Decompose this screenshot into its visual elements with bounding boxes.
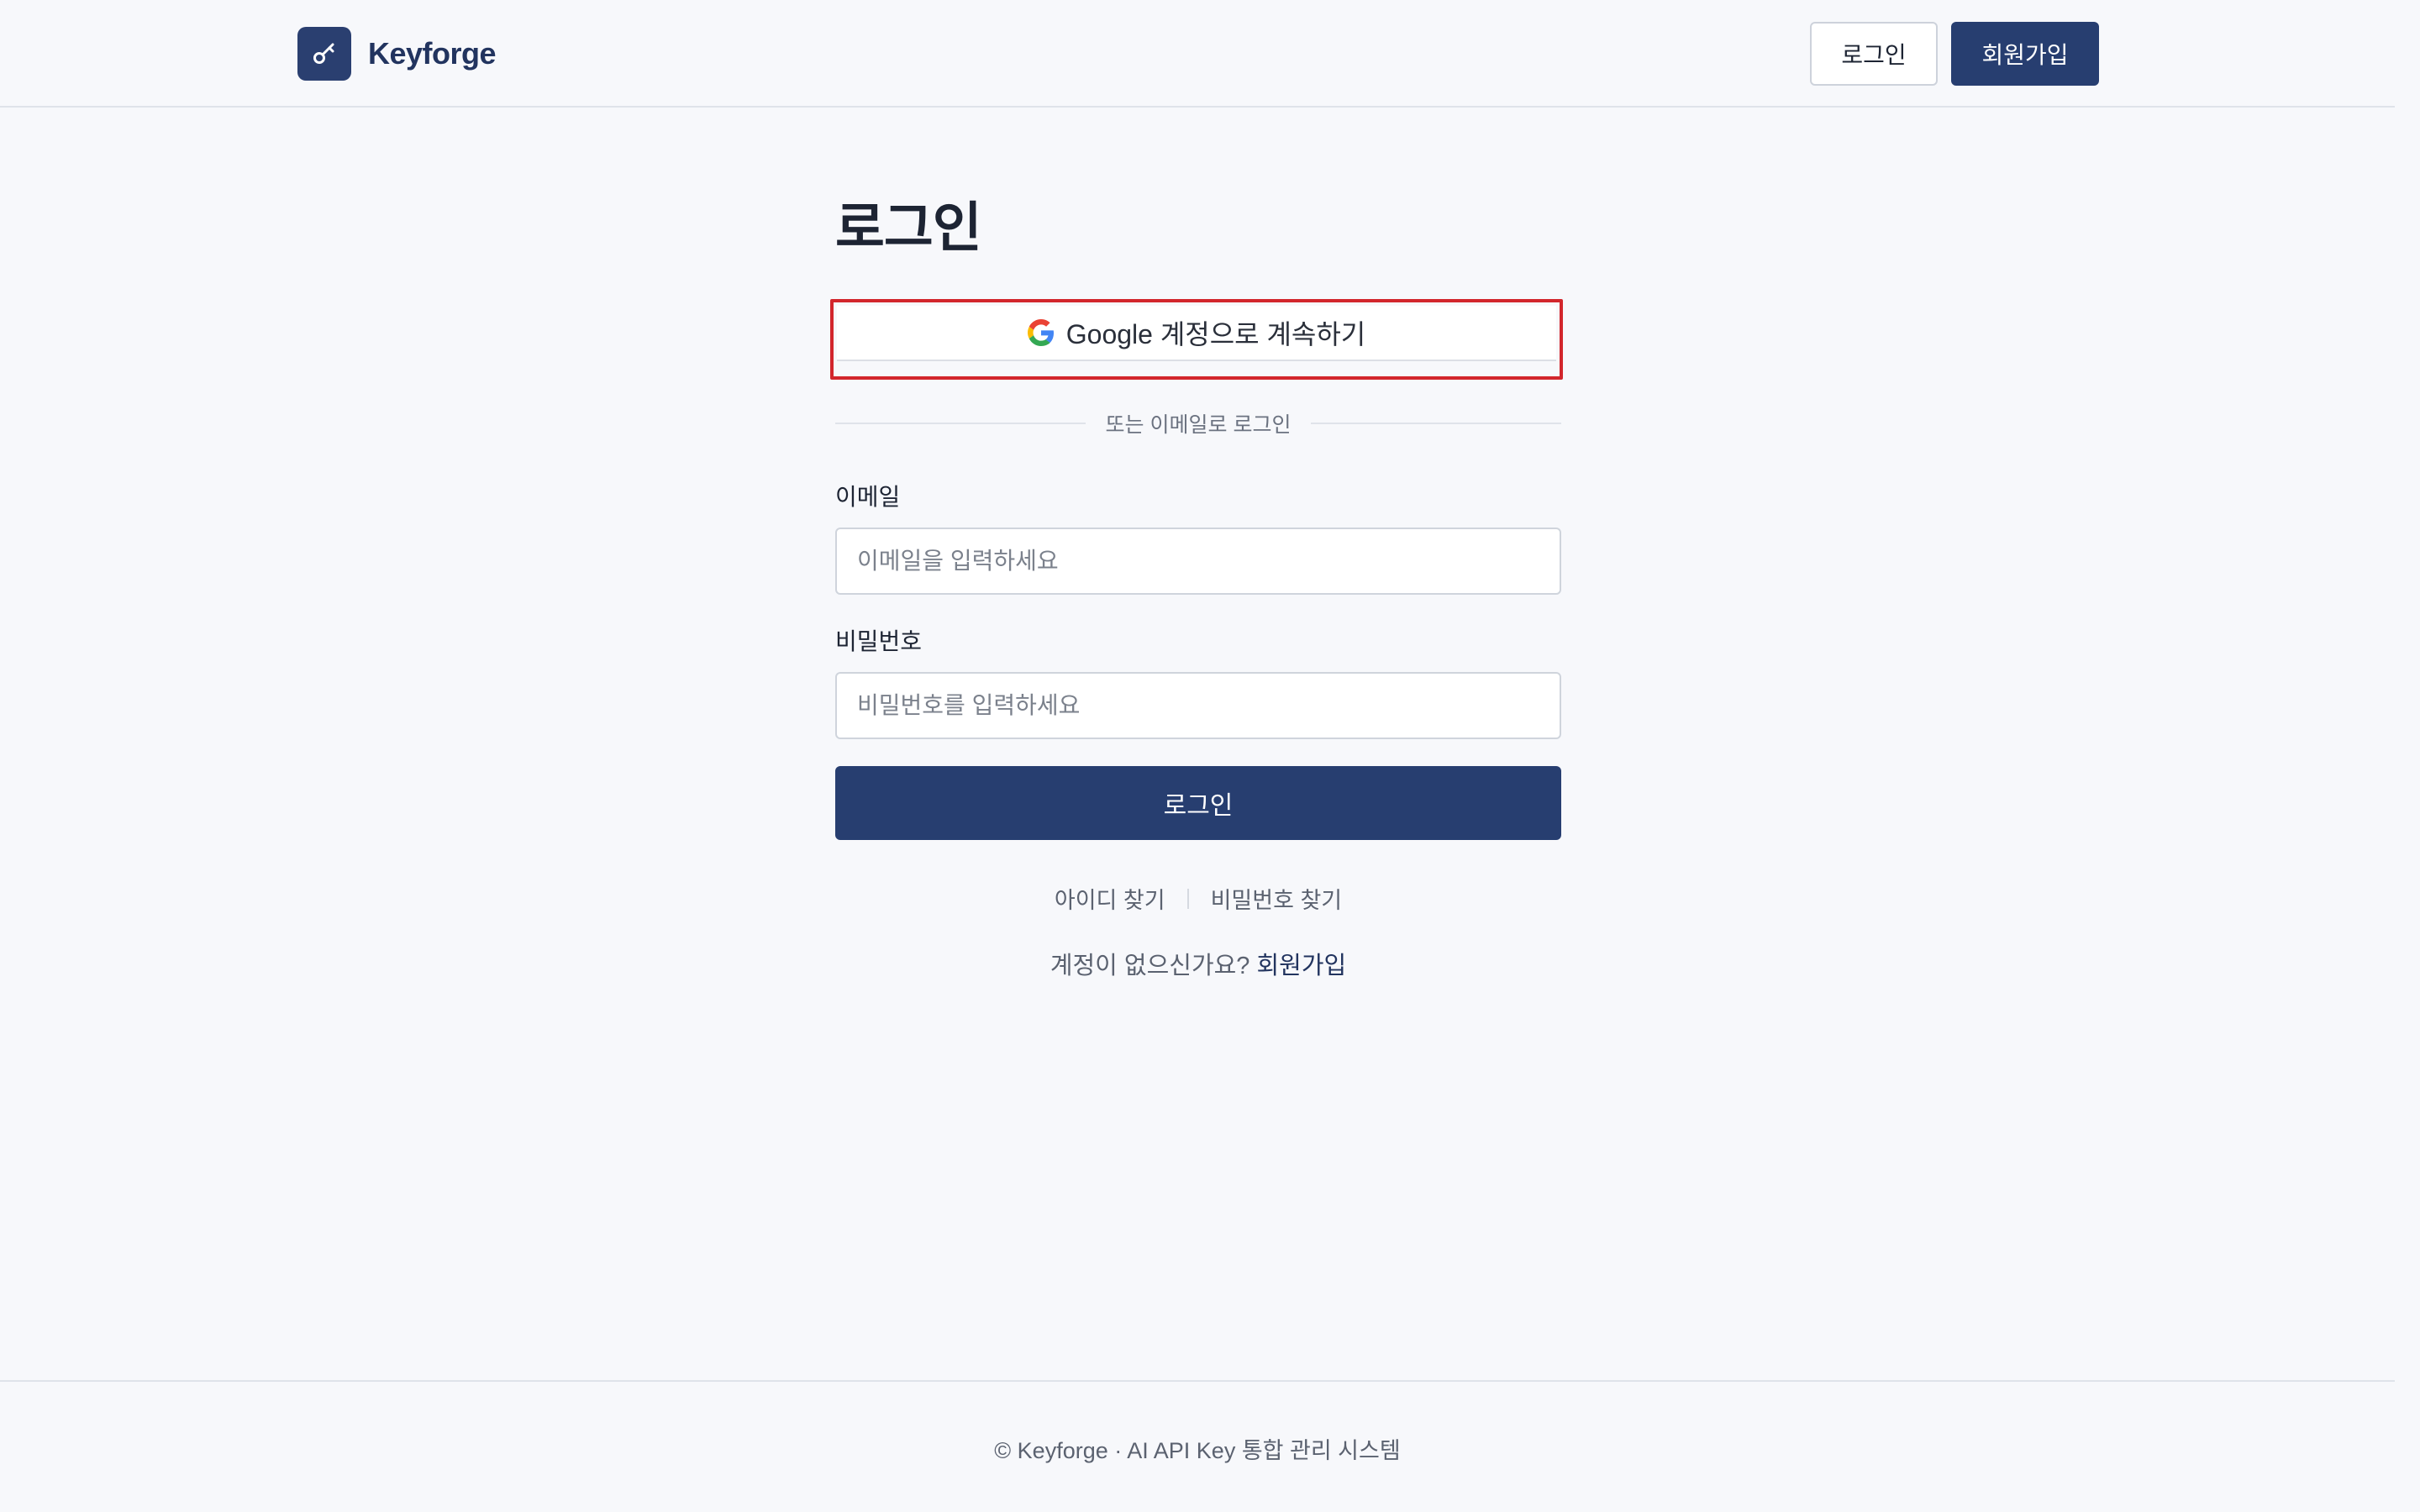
google-icon [1027,319,1054,346]
email-field[interactable] [835,528,1561,595]
header-signup-button[interactable]: 회원가입 [1951,22,2099,86]
email-label: 이메일 [835,484,901,510]
find-id-link[interactable]: 아이디 찾기 [1055,882,1165,915]
login-submit-button[interactable]: 로그인 [835,766,1561,840]
password-field[interactable] [835,672,1561,739]
signup-prompt: 계정이 없으신가요? 회원가입 [835,946,1561,981]
link-separator [1186,888,1189,909]
top-header: Keyforge 로그인 회원가입 [0,0,2395,108]
password-label: 비밀번호 [835,628,923,654]
find-password-link[interactable]: 비밀번호 찾기 [1211,882,1343,915]
page-title: 로그인 [835,197,982,258]
find-links: 아이디 찾기 비밀번호 찾기 [835,882,1561,915]
brand[interactable]: Keyforge [297,27,497,81]
signup-link[interactable]: 회원가입 [1256,953,1346,979]
header-login-button[interactable]: 로그인 [1810,22,1938,86]
footer-text: © Keyforge · AI API Key 통합 관리 시스템 [994,1438,1401,1463]
google-button-highlight: Google 계정으로 계속하기 [830,299,1563,380]
divider-text: 또는 이메일로 로그인 [1105,413,1292,437]
header-actions: 로그인 회원가입 [1810,22,2099,86]
key-icon [297,27,351,81]
google-login-button[interactable]: Google 계정으로 계속하기 [837,306,1556,361]
footer: © Keyforge · AI API Key 통합 관리 시스템 [0,1380,2395,1512]
divider-line-left [835,423,1086,424]
google-button-label: Google 계정으로 계속하기 [1065,319,1366,349]
no-account-text: 계정이 없으신가요? [1050,953,1250,979]
divider-line-right [1311,423,1561,424]
brand-name: Keyforge [368,36,497,71]
divider: 또는 이메일로 로그인 [835,408,1561,438]
